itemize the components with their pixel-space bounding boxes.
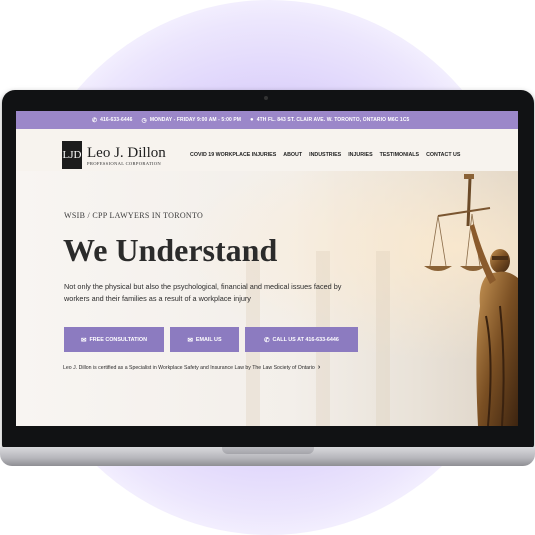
topbar-hours-text: MONDAY - FRIDAY 9:00 AM - 5:00 PM [149,117,242,123]
nav-item-about[interactable]: ABOUT [283,152,302,158]
laptop-camera [264,96,268,100]
location-pin-icon: ● [250,117,254,123]
envelope-icon: ✉ [187,336,193,344]
laptop-screen: ✆ 416-633-6446 ◷ MONDAY - FRIDAY 9:00 AM… [16,111,518,426]
background-column [376,251,390,426]
top-info-bar: ✆ 416-633-6446 ◷ MONDAY - FRIDAY 9:00 AM… [16,111,518,129]
certification-link[interactable]: Leo J. Dillon is certified as a Speciali… [63,364,320,371]
lady-justice-statue-image [424,174,518,426]
logo-name: Leo J. Dillon [87,144,166,161]
nav-item-contact[interactable]: CONTACT US [426,152,460,158]
laptop-opening-notch [222,447,314,454]
nav-item-covid[interactable]: COVID 19 WORKPLACE INJURIES [190,152,276,158]
chevron-right-icon: › [317,364,321,371]
topbar-phone-text: 416-633-6446 [100,117,133,123]
call-us-label: CALL US AT 416-633-6446 [272,336,339,343]
nav-item-injuries[interactable]: INJURIES [348,152,372,158]
topbar-address[interactable]: ● 4TH FL. 843 ST. CLAIR AVE. W. TORONTO,… [250,117,409,123]
hero-headline: We Understand [63,232,278,268]
topbar-phone[interactable]: ✆ 416-633-6446 [92,117,132,124]
call-us-button[interactable]: ✆ CALL US AT 416-633-6446 [245,327,358,352]
phone-icon: ✆ [264,336,270,344]
free-consultation-button[interactable]: ✉ FREE CONSULTATION [64,327,164,352]
topbar-address-text: 4TH FL. 843 ST. CLAIR AVE. W. TORONTO, O… [256,117,410,123]
phone-icon: ✆ [92,117,98,124]
email-us-button[interactable]: ✉ EMAIL US [170,327,239,352]
clock-icon: ◷ [141,117,147,124]
hero-description: Not only the physical but also the psych… [64,282,342,303]
logo-text: Leo J. Dillon PROFESSIONAL CORPORATION [87,145,166,166]
certification-text: Leo J. Dillon is certified as a Speciali… [63,364,315,371]
logo-subtitle: PROFESSIONAL CORPORATION [87,160,162,166]
email-us-label: EMAIL US [195,336,222,343]
logo-mark: LJD [62,141,82,169]
chat-icon: ✉ [81,336,87,344]
hero-buttons: ✉ FREE CONSULTATION ✉ EMAIL US ✆ CALL US… [64,327,358,352]
site-logo[interactable]: LJD Leo J. Dillon PROFESSIONAL CORPORATI… [62,141,166,169]
main-nav: COVID 19 WORKPLACE INJURIES ABOUT INDUST… [190,152,460,158]
free-consultation-label: FREE CONSULTATION [89,336,147,343]
topbar-hours: ◷ MONDAY - FRIDAY 9:00 AM - 5:00 PM [141,117,241,124]
nav-item-industries[interactable]: INDUSTRIES [309,152,341,158]
nav-item-testimonials[interactable]: TESTIMONIALS [380,152,419,158]
hero-kicker: WSIB / CPP LAWYERS IN TORONTO [64,211,204,220]
